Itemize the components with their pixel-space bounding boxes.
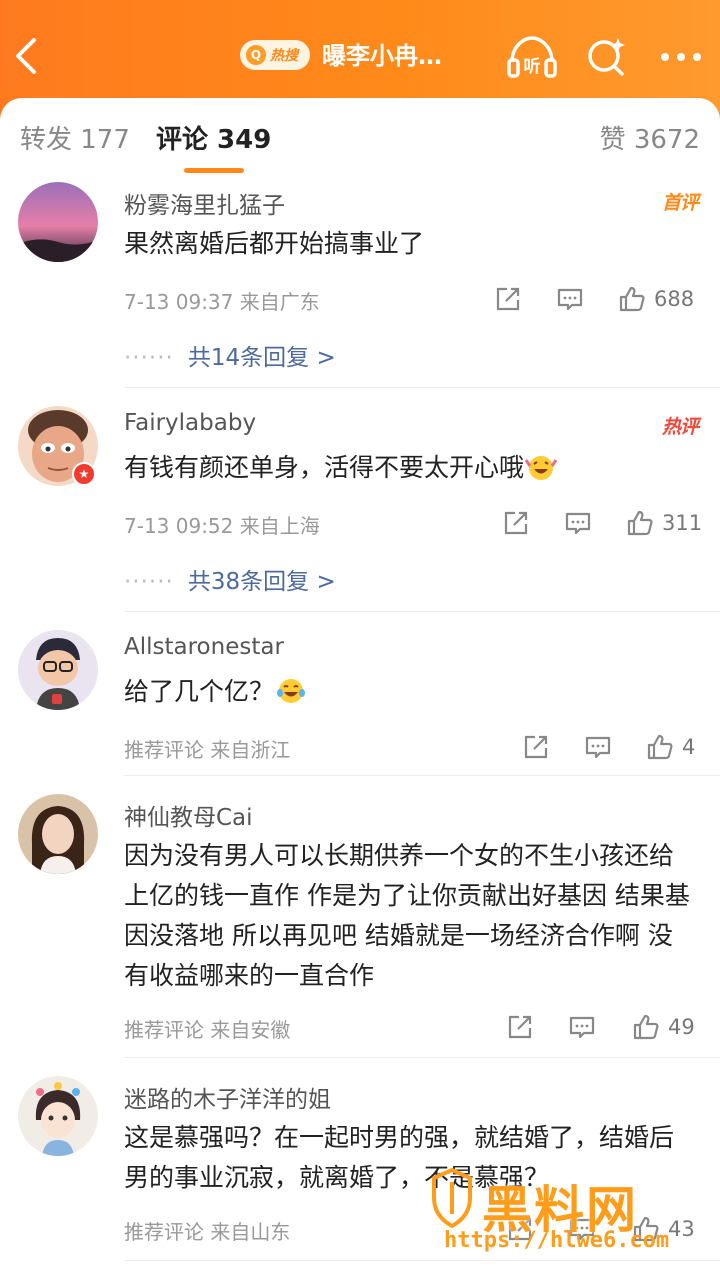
reply-button[interactable]: [556, 284, 584, 314]
divider: [124, 611, 720, 612]
view-replies-link[interactable]: ······ 共14条回复 >: [124, 338, 336, 372]
header-title[interactable]: 曝李小冉…: [322, 38, 472, 74]
view-replies-link[interactable]: ······ 共38条回复 >: [124, 562, 336, 596]
watermark-shield-icon: [432, 1168, 472, 1228]
share-icon: [504, 511, 528, 535]
comment-meta: 7-13 09:37 来自广东: [124, 290, 320, 314]
replies-label: 共14条回复 >: [187, 345, 336, 371]
laughing-emoji-icon: [524, 456, 558, 480]
like-count: 49: [668, 1015, 695, 1039]
reply-button[interactable]: [564, 508, 592, 538]
back-icon: [16, 38, 36, 74]
svg-text:听: 听: [524, 56, 541, 77]
tab-repost[interactable]: 转发 177: [20, 122, 130, 158]
comment-text[interactable]: 给了几个亿？: [124, 672, 696, 712]
active-tab-indicator: [184, 168, 244, 173]
back-button[interactable]: [10, 34, 46, 78]
like-button[interactable]: 49: [632, 1012, 695, 1042]
watermark-url: https://hlwe6.com: [444, 1228, 670, 1253]
reply-button[interactable]: [568, 1012, 596, 1042]
thumbs-up-icon: [619, 286, 645, 312]
dots-icon: ······: [124, 569, 174, 595]
share-button[interactable]: [522, 732, 550, 762]
share-icon: [496, 287, 520, 311]
comment-text[interactable]: 因为没有男人可以长期供养一个女的不生小孩还给上亿的钱一直作 作是为了让你贡献出好…: [124, 836, 696, 996]
hot-search-label: 热搜: [270, 48, 298, 64]
tab-comments[interactable]: 评论 349: [156, 122, 271, 158]
comment-meta: 推荐评论 来自浙江: [124, 738, 291, 762]
thumbs-up-icon: [647, 734, 673, 760]
replies-label: 共38条回复 >: [187, 569, 336, 595]
comment-text[interactable]: 果然离婚后都开始搞事业了: [124, 224, 696, 264]
more-button[interactable]: [656, 34, 706, 80]
like-button[interactable]: 688: [618, 284, 694, 314]
share-button[interactable]: [494, 284, 522, 314]
comment-text-content: 有钱有颜还单身，活得不要太开心哦: [124, 453, 525, 482]
listen-icon: 听: [507, 36, 557, 78]
comment-username[interactable]: 迷路的木子洋洋的姐: [124, 1080, 331, 1114]
divider: [124, 775, 720, 776]
divider: [124, 1260, 720, 1261]
comment-icon: [585, 736, 611, 759]
reply-button[interactable]: [584, 732, 612, 762]
listen-button[interactable]: 听: [506, 34, 558, 80]
thumbs-up-icon: [627, 510, 653, 536]
verified-badge-icon: ★: [72, 462, 96, 486]
tabs-bar: 转发 177 评论 349 赞 3672: [0, 98, 720, 180]
comment-icon: [557, 288, 583, 311]
share-icon: [508, 1015, 532, 1039]
hot-search-icon: Q: [246, 45, 266, 65]
comment-item: Allstaronestar 给了几个亿？ 推荐评论 来自浙江 4: [0, 628, 720, 778]
comment-username[interactable]: 神仙教母Cai: [124, 798, 253, 832]
like-button[interactable]: 4: [646, 732, 695, 762]
like-count: 688: [654, 287, 695, 311]
comment-username[interactable]: Fairylababy: [124, 410, 256, 436]
comment-item: 神仙教母Cai 因为没有男人可以长期供养一个女的不生小孩还给上亿的钱一直作 作是…: [0, 792, 720, 1060]
dots-icon: ······: [124, 345, 174, 371]
comment-text[interactable]: 有钱有颜还单身，活得不要太开心哦: [124, 448, 696, 488]
hot-comment-badge: 热评: [661, 416, 699, 438]
comment-item: 粉雾海里扎猛子 首评 果然离婚后都开始搞事业了 7-13 09:37 来自广东 …: [0, 180, 720, 390]
tab-likes[interactable]: 赞 3672: [600, 122, 700, 158]
search-icon: [588, 38, 625, 76]
comment-meta: 推荐评论 来自安徽: [124, 1018, 291, 1042]
like-count: 43: [668, 1217, 695, 1241]
hot-search-badge[interactable]: Q 热搜: [240, 40, 310, 70]
avatar[interactable]: [18, 630, 98, 710]
comment-username[interactable]: 粉雾海里扎猛子: [124, 186, 285, 220]
avatar[interactable]: [18, 1076, 98, 1156]
comment-meta: 7-13 09:52 来自上海: [124, 514, 320, 538]
comment-icon: [565, 512, 591, 535]
avatar[interactable]: [18, 794, 98, 874]
like-button[interactable]: 311: [626, 508, 702, 538]
divider: [124, 1057, 720, 1058]
first-comment-badge: 首评: [661, 192, 699, 214]
comment-icon: [569, 1016, 595, 1039]
divider: [124, 387, 720, 388]
more-icon: [661, 53, 701, 61]
avatar[interactable]: [18, 182, 98, 262]
comment-username[interactable]: Allstaronestar: [124, 634, 284, 660]
share-icon: [524, 735, 548, 759]
share-button[interactable]: [506, 1012, 534, 1042]
comment-text-content: 给了几个亿？: [124, 677, 275, 706]
thumbs-up-icon: [633, 1014, 659, 1040]
like-count: 311: [662, 511, 703, 535]
comment-item: ★ Fairylababy 热评 有钱有颜还单身，活得不要太开心哦 7-13 0…: [0, 404, 720, 614]
like-count: 4: [682, 735, 696, 759]
search-button[interactable]: [584, 34, 628, 80]
tears-of-joy-emoji-icon: [277, 679, 306, 703]
share-button[interactable]: [502, 508, 530, 538]
comment-meta: 推荐评论 来自山东: [124, 1220, 291, 1244]
